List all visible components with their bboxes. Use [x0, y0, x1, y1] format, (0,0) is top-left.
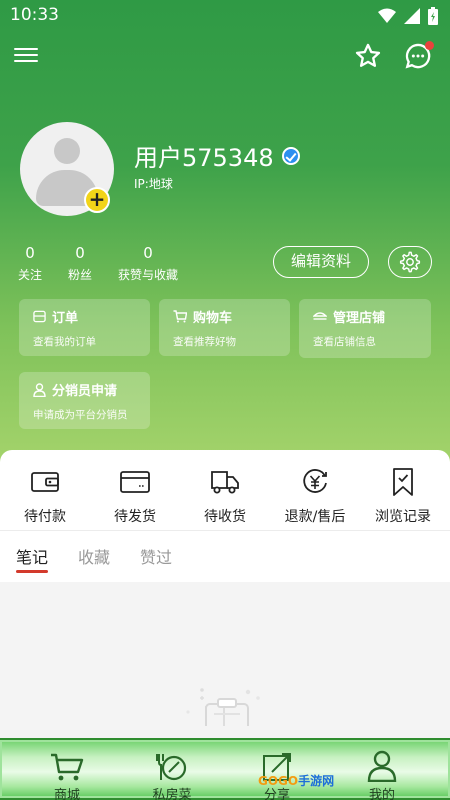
star-icon[interactable] — [354, 42, 382, 70]
browse-history-label: 浏览记录 — [375, 509, 431, 525]
card-orders-subtitle: 查看我的订单 — [33, 336, 96, 348]
shop-icon — [313, 312, 327, 320]
message-button[interactable] — [404, 41, 434, 70]
card-orders[interactable]: 订单 查看我的订单 — [19, 299, 150, 356]
top-bar — [0, 40, 450, 74]
bottom-nav: 商城 私房菜 分享 我的 GOGO手游网 — [0, 738, 450, 800]
settings-button[interactable] — [388, 246, 432, 278]
stat-likes[interactable]: 0 获赞与收藏 — [118, 244, 178, 283]
card-distributor[interactable]: 分销员申请 申请成为平台分销员 — [19, 372, 150, 429]
order-pending-payment[interactable]: 待付款 — [0, 466, 90, 526]
card-orders-title: 订单 — [52, 311, 79, 326]
stat-following-count: 0 — [25, 244, 35, 262]
wifi-icon — [378, 8, 396, 23]
nav-mine-label: 我的 — [368, 788, 395, 800]
order-pending-payment-label: 待付款 — [24, 509, 66, 525]
card-manage-shop-title: 管理店铺 — [333, 311, 386, 326]
divider — [0, 530, 450, 531]
stat-followers-count: 0 — [75, 244, 85, 262]
tab-notes[interactable]: 笔记 — [16, 544, 48, 568]
card-cart[interactable]: 购物车 查看推荐好物 — [159, 299, 290, 356]
stat-following[interactable]: 0 关注 — [18, 244, 42, 283]
tab-favorites[interactable]: 收藏 — [78, 544, 110, 568]
card-cart-subtitle: 查看推荐好物 — [173, 336, 236, 348]
order-icon — [33, 310, 46, 323]
cart-icon — [173, 310, 187, 323]
card-manage-shop[interactable]: 管理店铺 查看店铺信息 — [299, 299, 431, 358]
username-text: 用户575348 — [134, 144, 274, 172]
unread-dot — [425, 41, 434, 50]
menu-icon[interactable] — [14, 44, 38, 68]
tab-indicator — [16, 570, 48, 573]
empty-state-icon — [186, 688, 260, 726]
order-pending-shipment[interactable]: 待发货 — [90, 466, 180, 526]
order-status-row: 待付款 待发货 待收货 退款/售后 浏览记录 — [0, 466, 450, 526]
card-cart-title: 购物车 — [193, 311, 233, 326]
watermark: GOGO手游网 — [258, 774, 335, 788]
verified-icon — [281, 146, 300, 165]
person-icon — [33, 382, 46, 397]
nav-private-kitchen[interactable]: 私房菜 — [127, 748, 217, 800]
content-tabs: 笔记 收藏 赞过 — [0, 542, 450, 576]
status-bar: 10:33 — [0, 0, 450, 32]
bookmark-icon — [393, 468, 413, 496]
order-pending-receipt[interactable]: 待收货 — [180, 466, 270, 526]
stat-likes-count: 0 — [143, 244, 153, 262]
card-manage-shop-subtitle: 查看店铺信息 — [313, 336, 376, 348]
order-refund-label: 退款/售后 — [284, 509, 346, 525]
stat-followers-label: 粉丝 — [68, 268, 93, 282]
edit-profile-button[interactable]: 编辑资料 — [273, 246, 369, 278]
add-avatar-button[interactable]: + — [84, 187, 110, 213]
yuan-refund-icon — [303, 469, 327, 493]
truck-icon — [211, 471, 239, 494]
gear-icon — [399, 251, 421, 273]
person-icon — [367, 750, 397, 782]
tab-liked[interactable]: 赞过 — [140, 544, 172, 568]
cart-icon — [51, 753, 84, 781]
ip-location: IP:地球 — [134, 177, 173, 191]
stat-following-label: 关注 — [18, 268, 43, 282]
nav-mall-label: 商城 — [53, 788, 80, 800]
order-pending-shipment-label: 待发货 — [114, 509, 156, 525]
battery-icon — [428, 7, 438, 25]
stat-followers[interactable]: 0 粉丝 — [68, 244, 92, 283]
card-distributor-title: 分销员申请 — [52, 384, 118, 399]
order-refund[interactable]: 退款/售后 — [270, 466, 360, 526]
signal-icon — [404, 8, 420, 24]
dish-icon — [156, 754, 187, 781]
nav-mine[interactable]: 我的 — [337, 748, 427, 800]
username: 用户575348 — [134, 138, 300, 173]
browse-history[interactable]: 浏览记录 — [358, 466, 448, 526]
nav-private-kitchen-label: 私房菜 — [152, 788, 192, 800]
card-distributor-subtitle: 申请成为平台分销员 — [33, 409, 128, 421]
nav-mall[interactable]: 商城 — [22, 748, 112, 800]
wallet-icon — [31, 472, 59, 492]
order-pending-receipt-label: 待收货 — [204, 509, 246, 525]
clock: 10:33 — [10, 5, 59, 25]
stat-likes-label: 获赞与收藏 — [118, 268, 179, 282]
card-icon — [120, 471, 150, 493]
